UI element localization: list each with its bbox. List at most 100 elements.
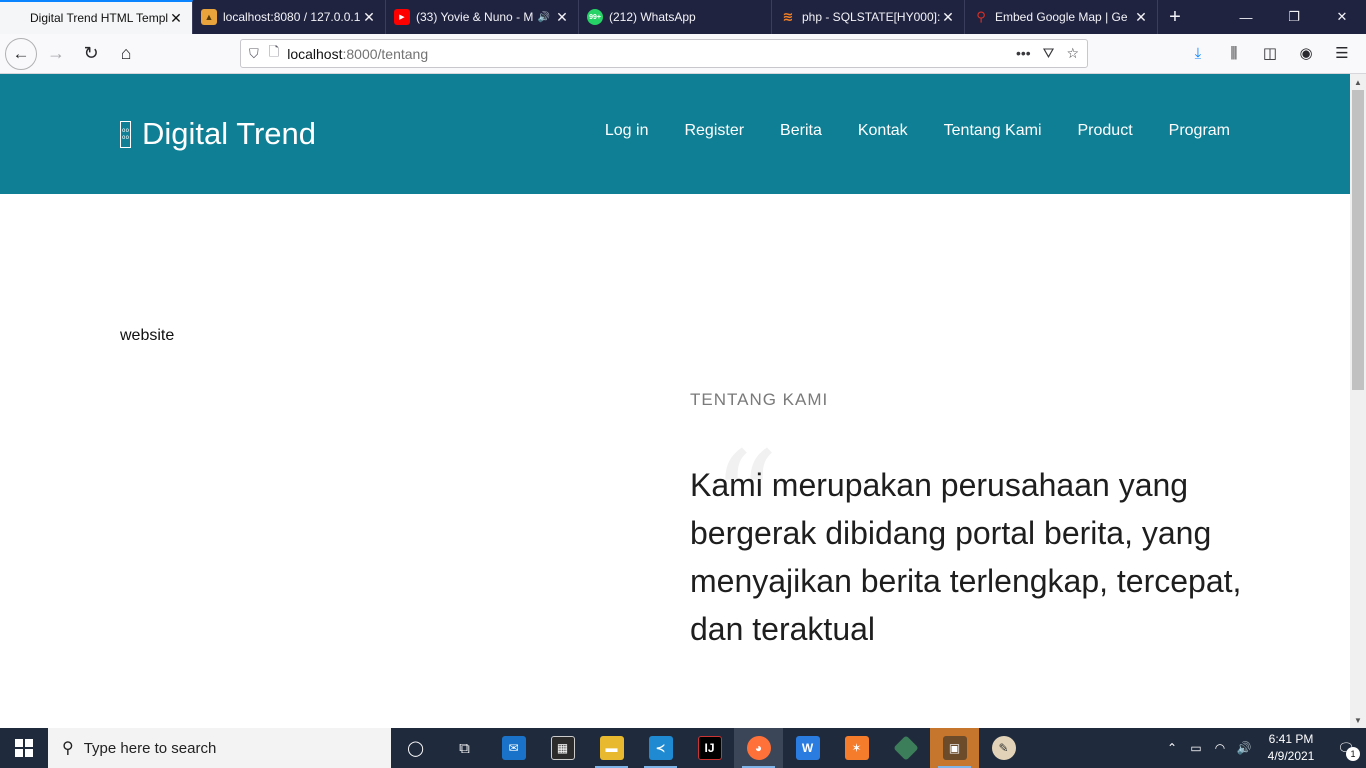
store-app[interactable]: ▦	[538, 728, 587, 768]
close-window-icon[interactable]: ✕	[1318, 0, 1366, 34]
maps-icon: ⚲	[976, 9, 986, 24]
url-path: :8000/tentang	[342, 45, 429, 62]
git-icon	[892, 735, 919, 761]
tab-digital-trend[interactable]: Digital Trend HTML Template ✕	[0, 0, 193, 34]
brand-name: Digital Trend	[142, 116, 317, 151]
tab-title: Digital Trend HTML Template	[30, 11, 168, 25]
archive-icon: ▣	[942, 736, 967, 760]
home-button[interactable]: ⌂	[110, 38, 142, 70]
close-tab-icon[interactable]: ✕	[361, 9, 377, 26]
menu-icon[interactable]: ☰	[1326, 38, 1358, 68]
scroll-up-icon[interactable]: ▲	[1350, 74, 1366, 90]
windows-icon	[15, 739, 33, 757]
system-tray: ⌃ ▭ ◠ 🔊 6:41 PM 4/9/2021 🗨 1	[1160, 728, 1366, 768]
youtube-icon: ▶	[394, 9, 410, 25]
tab-whatsapp[interactable]: 99+ (212) WhatsApp	[579, 0, 772, 34]
nav-product[interactable]: Product	[1078, 122, 1133, 140]
search-icon: ⚲	[62, 740, 74, 757]
tab-phpmyadmin[interactable]: ▲ localhost:8080 / 127.0.0.1 ✕	[193, 0, 386, 34]
intellij-app[interactable]: IJ	[685, 728, 734, 768]
stackoverflow-icon: ≋	[782, 9, 794, 24]
archive-app[interactable]: ▣	[930, 728, 979, 768]
forward-button[interactable]: →	[40, 38, 72, 70]
tab-youtube[interactable]: ▶ (33) Yovie & Nuno - M 🔊 ✕	[386, 0, 579, 34]
xampp-icon: ✶	[844, 736, 869, 760]
tab-strip: Digital Trend HTML Template ✕ ▲ localhos…	[0, 0, 1366, 34]
tab-stackoverflow[interactable]: ≋ php - SQLSTATE[HY000]: ✕	[772, 0, 965, 34]
scroll-down-icon[interactable]: ▼	[1350, 712, 1366, 728]
task-view-button[interactable]: ⧉	[440, 728, 489, 768]
close-tab-icon[interactable]: ✕	[168, 10, 184, 27]
chevron-up-icon[interactable]: ⌃	[1160, 741, 1184, 755]
tab-title: Embed Google Map | Ge	[995, 10, 1128, 24]
mail-icon: ✉	[501, 736, 526, 760]
store-icon: ▦	[550, 736, 575, 760]
page-info-icon[interactable]: 🗋	[269, 43, 279, 65]
shield-icon[interactable]: ⛉	[249, 46, 259, 62]
paint-app[interactable]: ✎	[979, 728, 1028, 768]
close-tab-icon[interactable]: ✕	[940, 9, 956, 26]
taskbar-search[interactable]: ⚲ Type here to search	[48, 728, 391, 768]
cortana-button[interactable]: ◯	[391, 728, 440, 768]
page-scrollbar[interactable]: ▲ ▼	[1350, 74, 1366, 728]
phpmyadmin-icon: ▲	[201, 9, 217, 25]
nav-program[interactable]: Program	[1169, 122, 1230, 140]
cortana-icon: ◯	[407, 740, 424, 757]
account-icon[interactable]: ◉	[1290, 38, 1322, 68]
paint-icon: ✎	[991, 736, 1016, 760]
whatsapp-icon: 99+	[587, 9, 603, 25]
url-host: localhost	[287, 45, 343, 62]
logo-icon: oo oo	[120, 120, 131, 148]
clock[interactable]: 6:41 PM 4/9/2021	[1256, 731, 1326, 765]
volume-icon[interactable]: 🔊	[1232, 741, 1256, 755]
reload-button[interactable]: ↻	[75, 38, 107, 70]
nav-berita[interactable]: Berita	[780, 122, 822, 140]
clock-date: 4/9/2021	[1267, 749, 1315, 763]
file-explorer-app[interactable]: ▬	[587, 728, 636, 768]
page-viewport: oo oo Digital Trend Log in Register Beri…	[0, 74, 1350, 728]
tab-title: php - SQLSTATE[HY000]:	[802, 10, 940, 24]
xampp-app[interactable]: ✶	[832, 728, 881, 768]
nav-kontak[interactable]: Kontak	[858, 122, 908, 140]
sidebar-icon[interactable]: ◫	[1254, 38, 1286, 68]
website-label: website	[120, 327, 175, 344]
git-app[interactable]	[881, 728, 930, 768]
restore-icon[interactable]: ❐	[1270, 0, 1318, 34]
page-actions-icon[interactable]: •••	[1016, 45, 1031, 62]
wps-icon: W	[795, 736, 820, 760]
tab-title: (212) WhatsApp	[609, 10, 696, 24]
wps-app[interactable]: W	[783, 728, 832, 768]
clock-time: 6:41 PM	[1268, 732, 1314, 746]
tab-google-map[interactable]: ⚲ Embed Google Map | Ge ✕	[965, 0, 1158, 34]
close-tab-icon[interactable]: ✕	[554, 9, 570, 26]
url-bar[interactable]: ⛉ 🗋 localhost:8000/tentang ••• ⛛ ☆	[240, 39, 1088, 68]
minimize-icon[interactable]: —	[1222, 0, 1270, 34]
site-header: oo oo Digital Trend Log in Register Beri…	[0, 74, 1350, 194]
battery-icon[interactable]: ▭	[1184, 741, 1208, 755]
page-icon	[8, 10, 24, 26]
about-lead-text: Kami merupakan perusahaan yang bergerak …	[690, 467, 1242, 647]
site-brand[interactable]: oo oo Digital Trend	[120, 116, 316, 152]
download-icon[interactable]: ⤓	[1182, 38, 1214, 68]
new-tab-button[interactable]: +	[1158, 0, 1192, 34]
nav-register[interactable]: Register	[684, 122, 744, 140]
pocket-icon[interactable]: ⛛	[1043, 45, 1055, 62]
notification-button[interactable]: 🗨 1	[1326, 728, 1366, 768]
back-button[interactable]: ←	[5, 37, 37, 70]
speaker-icon[interactable]: 🔊	[538, 12, 550, 23]
library-icon[interactable]: ⫼	[1218, 38, 1250, 68]
search-placeholder: Type here to search	[83, 739, 217, 757]
section-label: TENTANG KAMI	[690, 390, 829, 409]
vscode-app[interactable]: ≺	[636, 728, 685, 768]
mail-app[interactable]: ✉	[489, 728, 538, 768]
vscode-icon: ≺	[648, 736, 673, 760]
bookmark-star-icon[interactable]: ☆	[1066, 45, 1079, 62]
wifi-icon[interactable]: ◠	[1208, 741, 1232, 755]
nav-log-in[interactable]: Log in	[605, 122, 649, 140]
start-button[interactable]	[0, 728, 48, 768]
scrollbar-thumb[interactable]	[1352, 90, 1364, 390]
close-tab-icon[interactable]: ✕	[1133, 9, 1149, 26]
nav-tentang-kami[interactable]: Tentang Kami	[944, 122, 1042, 140]
main-nav: Log in Register Berita Kontak Tentang Ka…	[605, 122, 1230, 140]
firefox-app[interactable]: ◕	[734, 728, 783, 768]
